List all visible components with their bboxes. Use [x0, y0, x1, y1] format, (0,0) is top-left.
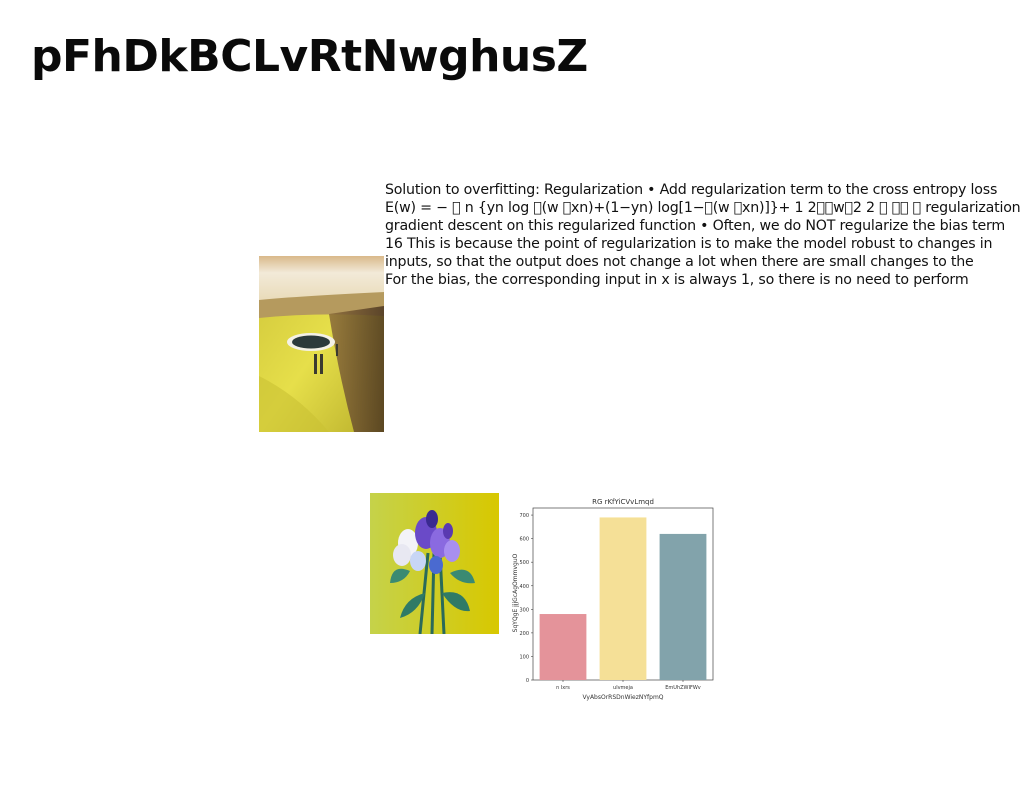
chart-bar — [599, 517, 647, 680]
y-tick-label: 0 — [526, 678, 529, 684]
y-tick-label: 600 — [519, 537, 529, 543]
y-tick-label: 100 — [519, 654, 529, 660]
y-tick-label: 500 — [519, 560, 529, 566]
chart-y-axis-label: SqYQgE jjjGcAgOmmvguO — [512, 553, 519, 632]
chart-x-axis-label: VyAbsOrRSDnWiezNYfpmQ — [582, 694, 663, 701]
chart-bar — [659, 533, 707, 680]
flower-bouquet-photo — [370, 493, 499, 634]
slide-text-line: For the bias, the corresponding input in… — [385, 272, 969, 288]
y-tick-label: 700 — [519, 513, 529, 519]
x-tick-label: n Ixrs — [556, 685, 570, 691]
slide-text-line: 16 This is because the point of regulari… — [385, 236, 993, 252]
slide-text-line: E(w) = −   n {yn log  (w  xn)+(1−yn) log… — [385, 200, 1024, 216]
y-tick-label: 300 — [519, 607, 529, 613]
slide-text-block: Solution to overfitting: Regularization … — [385, 181, 1024, 289]
bar-chart: RG rKfYiCVvLmqd VyAbsOrRSDnWiezNYfpmQ Sq… — [508, 493, 718, 703]
beach-island-icon — [259, 256, 384, 432]
chart-bar — [539, 614, 587, 680]
x-tick-label: ulvmeja — [613, 685, 633, 691]
x-tick-label: EmUhZWIFWv — [665, 685, 701, 691]
slide-text-line: Solution to overfitting: Regularization … — [385, 182, 998, 198]
chart-plot-area: 0 100 200 300 400 500 600 700 n Ixrs ulvmeja EmUhZ… — [519, 507, 714, 691]
bar-chart-svg: RG rKfYiCVvLmqd VyAbsOrRSDnWiezNYfpmQ Sq… — [512, 498, 714, 701]
chart-title: RG rKfYiCVvLmqd — [592, 498, 654, 506]
beach-island-photo — [259, 256, 384, 432]
slide-text-line: inputs, so that the output does not chan… — [385, 254, 974, 270]
y-tick-label: 400 — [519, 584, 529, 590]
slide-text-line: gradient descent on this regularized fun… — [385, 218, 1006, 234]
page-title: pFhDkBCLvRtNwghusZ — [31, 31, 588, 82]
y-tick-label: 200 — [519, 631, 529, 637]
flower-bouquet-icon — [370, 493, 499, 634]
